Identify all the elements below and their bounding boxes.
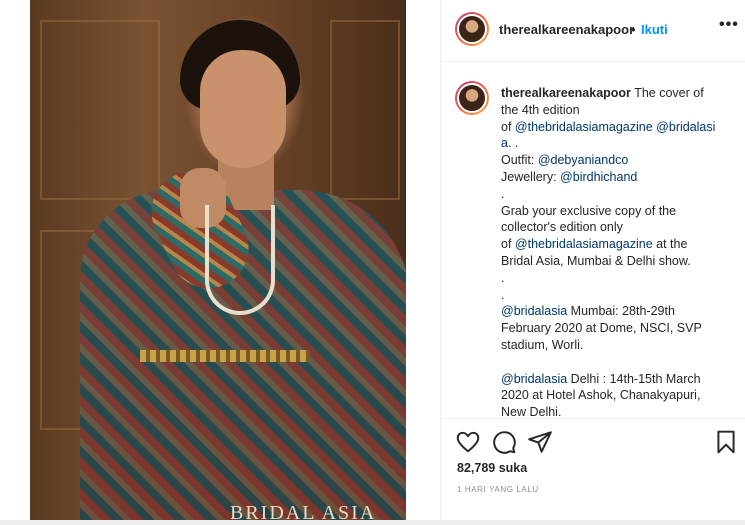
caption-line: 2020 at Hotel Ashok, Chanakyapuri, [501, 388, 701, 403]
caption-line: of @thebridalasiamagazine at the [501, 237, 688, 252]
door-panel [40, 20, 160, 200]
necklace [205, 205, 275, 315]
caption-line: . [501, 287, 505, 302]
mention-link[interactable]: @bridalasia [501, 304, 567, 318]
caption-line: @bridalasia Mumbai: 28th-29th [501, 304, 675, 319]
share-icon[interactable] [527, 429, 553, 455]
caption-line: February 2020 at Dome, NSCI, SVP [501, 321, 702, 336]
caption-line: Jewellery: @birdhichand [501, 169, 638, 184]
mention-link[interactable]: @birdhichand [560, 170, 637, 184]
post-photo[interactable]: BRIDAL ASIA [30, 0, 406, 520]
caption-line: @bridalasia Delhi : 14th-15th March [501, 371, 701, 386]
caption-line: Bridal Asia, Mumbai & Delhi show. [501, 253, 691, 268]
caption-line: . [501, 270, 505, 285]
mention-link[interactable]: @debyaniandco [538, 153, 629, 167]
caption-line: Outfit: @debyaniandco [501, 153, 629, 168]
caption-line: the 4th edition [501, 102, 580, 117]
post-actions: 82,789 suka 1 HARI YANG LALU [441, 418, 745, 525]
caption-line: The cover of [634, 86, 704, 100]
caption-line: of @thebridalasiamagazine @bridalasi [501, 119, 716, 134]
mention-link[interactable]: @thebridalasiamagazine [515, 237, 653, 251]
bookmark-icon[interactable] [713, 429, 739, 455]
likes-count[interactable]: 82,789 suka [457, 461, 527, 475]
mention-link[interactable]: @bridalasia [501, 372, 567, 386]
door-panel [330, 20, 400, 200]
caption-line: Grab your exclusive copy of the [501, 203, 677, 218]
mention-link[interactable]: @bridalasi [656, 120, 715, 134]
comment-icon[interactable] [491, 429, 517, 455]
post-timestamp[interactable]: 1 HARI YANG LALU [457, 485, 539, 494]
caption-area: therealkareenakapoor The cover of the 4t… [441, 63, 745, 418]
post-header: therealkareenakapoor • Ikuti ••• [441, 0, 745, 62]
more-options-icon[interactable]: ••• [719, 16, 739, 34]
username-link[interactable]: therealkareenakapoor [499, 22, 634, 37]
belt [140, 350, 310, 362]
caption-line: collector's edition only [501, 220, 623, 235]
caption-line: stadium, Worli. [501, 337, 584, 352]
magazine-watermark: BRIDAL ASIA [230, 502, 377, 520]
caption-line: . [501, 186, 505, 201]
separator-dot: • [631, 22, 636, 37]
follow-button[interactable]: Ikuti [641, 22, 668, 37]
post-side-panel: therealkareenakapoor • Ikuti ••• thereal… [440, 0, 745, 525]
page-bottom-edge [0, 520, 745, 525]
caption-avatar[interactable] [455, 81, 489, 115]
caption-username[interactable]: therealkareenakapoor [501, 86, 631, 100]
caption-line: a. . [501, 136, 519, 151]
mention-link[interactable]: @thebridalasiamagazine [515, 120, 653, 134]
caption-line: New Delhi. [501, 405, 562, 418]
heart-icon[interactable] [455, 429, 481, 455]
face [200, 50, 286, 168]
avatar[interactable] [455, 12, 489, 46]
caption-text: therealkareenakapoor The cover of the 4t… [501, 85, 726, 418]
